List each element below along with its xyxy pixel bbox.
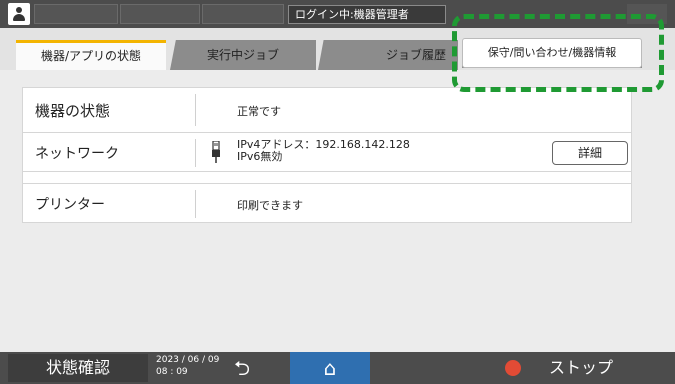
- stop-icon: [505, 360, 521, 376]
- device-status-row: 機器の状態 正常です: [23, 88, 631, 132]
- row-divider: [195, 190, 196, 218]
- login-status[interactable]: ログイン中:機器管理者: [288, 5, 446, 24]
- user-icon[interactable]: [8, 3, 30, 25]
- tab-device-app-status[interactable]: 機器/アプリの状態: [16, 40, 166, 70]
- row-divider: [195, 139, 196, 167]
- home-icon: ⌂: [323, 356, 337, 380]
- tab-running-jobs[interactable]: 実行中ジョブ: [170, 40, 316, 70]
- datetime: 2023 / 06 / 09 08 : 09: [156, 354, 219, 378]
- top-right-slot: [627, 4, 667, 24]
- network-row: ネットワーク IPv4アドレス：192.168.142.128 IPv6無効 詳…: [23, 132, 631, 172]
- ipv6-status: IPv6無効: [237, 150, 283, 163]
- user-icon-head: [16, 7, 22, 13]
- printer-status-value: 印刷できます: [237, 199, 303, 212]
- status-slot-2: [120, 4, 200, 24]
- printer-card: プリンター 印刷できます: [22, 183, 632, 223]
- device-status-label: 機器の状態: [35, 102, 111, 120]
- user-icon-body: [13, 14, 25, 21]
- main-panel: 機器の状態 正常です ネットワーク IPv4アドレス：192.168.142.1…: [0, 70, 675, 352]
- back-arrow-icon: ⮌: [233, 356, 251, 380]
- stop-label: ストップ: [549, 358, 614, 377]
- time: 08 : 09: [156, 367, 188, 377]
- bottom-bar: 状態確認 2023 / 06 / 09 08 : 09 ⮌ ⌂ ストップ: [0, 352, 675, 384]
- network-label: ネットワーク: [35, 146, 119, 162]
- back-button[interactable]: ⮌: [222, 356, 262, 380]
- stop-button[interactable]: ストップ: [505, 354, 635, 382]
- ethernet-plug-icon: [211, 140, 221, 167]
- network-detail-button[interactable]: 詳細: [552, 141, 628, 165]
- row-divider: [195, 94, 196, 126]
- device-status-value: 正常です: [237, 105, 281, 118]
- status-check-button[interactable]: 状態確認: [8, 354, 148, 382]
- top-bar: ログイン中:機器管理者: [0, 0, 675, 28]
- tab-maintenance-inquiry-device-info[interactable]: 保守/問い合わせ/機器情報: [462, 38, 642, 68]
- status-slot-1: [34, 4, 118, 24]
- printer-label: プリンター: [35, 197, 105, 213]
- tab-job-history[interactable]: ジョブ履歴: [318, 40, 458, 70]
- home-button[interactable]: ⌂: [290, 352, 370, 384]
- date: 2023 / 06 / 09: [156, 355, 220, 365]
- status-slot-3: [202, 4, 284, 24]
